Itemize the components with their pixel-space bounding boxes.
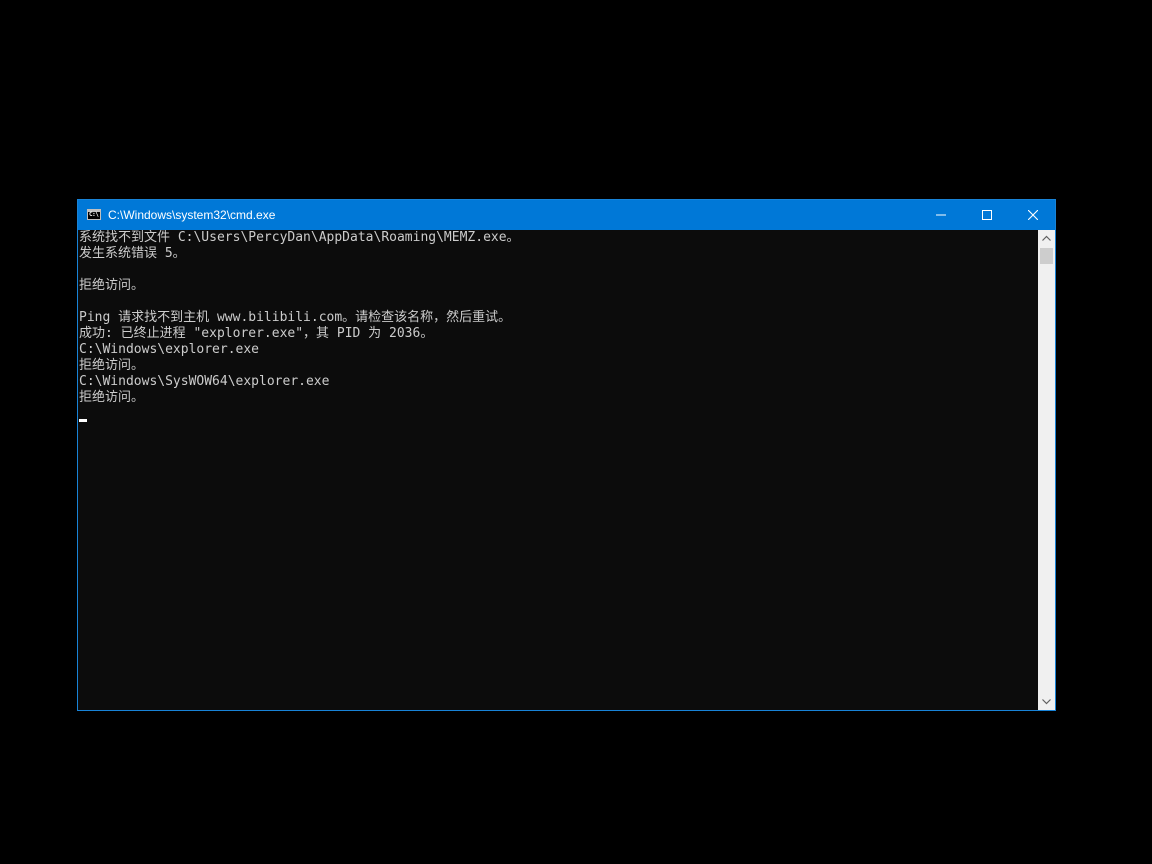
console-line: 拒绝访问。 [79, 358, 145, 373]
scroll-up-button[interactable] [1038, 230, 1055, 247]
scrollbar-thumb[interactable] [1040, 248, 1053, 264]
maximize-icon [982, 210, 992, 220]
maximize-button[interactable] [964, 200, 1010, 230]
vertical-scrollbar[interactable] [1038, 230, 1055, 710]
window-title: C:\Windows\system32\cmd.exe [108, 208, 276, 222]
minimize-button[interactable] [918, 200, 964, 230]
chevron-up-icon [1042, 235, 1051, 241]
console-line: 成功: 已终止进程 "explorer.exe"，其 PID 为 2036。 [79, 326, 434, 341]
console-line: Ping 请求找不到主机 www.bilibili.com。请检查该名称，然后重… [79, 310, 512, 325]
text-cursor [79, 419, 87, 422]
console-line: 发生系统错误 5。 [79, 246, 186, 261]
console-line: C:\Windows\SysWOW64\explorer.exe [79, 374, 330, 389]
console-output[interactable]: 系统找不到文件 C:\Users\PercyDan\AppData\Roamin… [78, 230, 1038, 710]
console-line: 系统找不到文件 C:\Users\PercyDan\AppData\Roamin… [79, 230, 520, 245]
console-line: 拒绝访问。 [79, 278, 145, 293]
scroll-down-button[interactable] [1038, 693, 1055, 710]
console-line: 拒绝访问。 [79, 390, 145, 405]
cmd-app-icon[interactable]: C:\ [87, 209, 101, 220]
close-icon [1028, 210, 1038, 220]
console-line: C:\Windows\explorer.exe [79, 342, 260, 357]
chevron-down-icon [1042, 699, 1051, 705]
title-bar[interactable]: C:\ C:\Windows\system32\cmd.exe [78, 200, 1055, 230]
minimize-icon [936, 214, 946, 216]
cmd-window: C:\ C:\Windows\system32\cmd.exe 系统找不到文件 … [77, 199, 1056, 711]
close-button[interactable] [1010, 200, 1056, 230]
